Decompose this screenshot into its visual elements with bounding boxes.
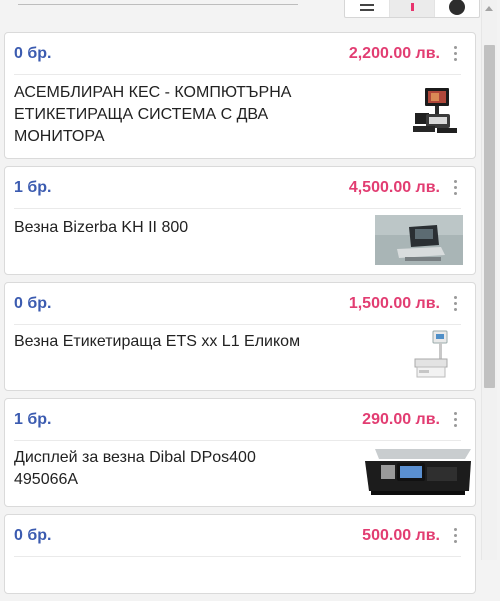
product-card[interactable]: 1 бр. 4,500.00 лв. Везна Bizerba KH II 8… bbox=[4, 166, 476, 275]
filter-view-button[interactable] bbox=[389, 0, 434, 17]
quantity-label: 0 бр. bbox=[14, 44, 52, 62]
product-card[interactable]: 0 бр. 2,200.00 лв. АСЕМБЛИРАН КЕС - КОМП… bbox=[4, 32, 476, 159]
label-scale-icon bbox=[414, 330, 448, 378]
user-menu-button[interactable] bbox=[434, 0, 479, 17]
list-icon bbox=[360, 4, 374, 11]
product-card[interactable]: 1 бр. 290.00 лв. Дисплей за везна Dibal … bbox=[4, 398, 476, 507]
more-options-icon[interactable] bbox=[450, 410, 461, 429]
product-card[interactable]: 0 бр. 500.00 лв. bbox=[4, 514, 476, 594]
view-toggle bbox=[344, 0, 480, 18]
quantity-label: 0 бр. bbox=[14, 526, 52, 544]
price-label: 2,200.00 лв. bbox=[348, 44, 440, 62]
quantity-label: 1 бр. bbox=[14, 178, 52, 196]
list-view-button[interactable] bbox=[345, 0, 389, 17]
price-label: 500.00 лв. bbox=[362, 526, 440, 544]
quantity-label: 0 бр. bbox=[14, 294, 52, 312]
scale-display-icon bbox=[365, 449, 471, 495]
scroll-up-arrow[interactable] bbox=[485, 6, 493, 11]
product-name: Дисплей за везна Dibal DPos400 495066A bbox=[14, 449, 256, 488]
more-options-icon[interactable] bbox=[450, 526, 461, 545]
scrollbar[interactable] bbox=[481, 0, 497, 560]
card-header: 0 бр. 500.00 лв. bbox=[14, 515, 461, 557]
more-options-icon[interactable] bbox=[450, 178, 461, 197]
price-label: 1,500.00 лв. bbox=[348, 294, 440, 312]
scroll-thumb[interactable] bbox=[484, 45, 495, 388]
more-options-icon[interactable] bbox=[450, 294, 461, 313]
search-input[interactable] bbox=[18, 4, 298, 5]
product-name: АСЕМБЛИРАН КЕС - КОМПЮТЪРНА ЕТИКЕТИРАЩА … bbox=[14, 84, 292, 145]
card-header: 0 бр. 1,500.00 лв. bbox=[14, 283, 461, 325]
card-header: 1 бр. 290.00 лв. bbox=[14, 399, 461, 441]
quantity-label: 1 бр. bbox=[14, 410, 52, 428]
product-name: Везна Етикетираща ETS xx L1 Еликом bbox=[14, 333, 301, 350]
card-header: 0 бр. 2,200.00 лв. bbox=[14, 33, 461, 75]
product-name: Везна Bizerba KH II 800 bbox=[14, 219, 189, 236]
card-header: 1 бр. 4,500.00 лв. bbox=[14, 167, 461, 209]
price-label: 4,500.00 лв. bbox=[348, 178, 440, 196]
marker-icon bbox=[410, 3, 414, 11]
pos-system-icon bbox=[413, 88, 457, 133]
top-toolbar bbox=[0, 0, 480, 22]
product-card[interactable]: 0 бр. 1,500.00 лв. Везна Етикетираща ETS… bbox=[4, 282, 476, 391]
price-label: 290.00 лв. bbox=[362, 410, 440, 428]
scale-icon bbox=[375, 215, 463, 265]
more-options-icon[interactable] bbox=[450, 44, 461, 63]
avatar-icon bbox=[449, 0, 465, 15]
product-list: 0 бр. 2,200.00 лв. АСЕМБЛИРАН КЕС - КОМП… bbox=[4, 32, 476, 601]
